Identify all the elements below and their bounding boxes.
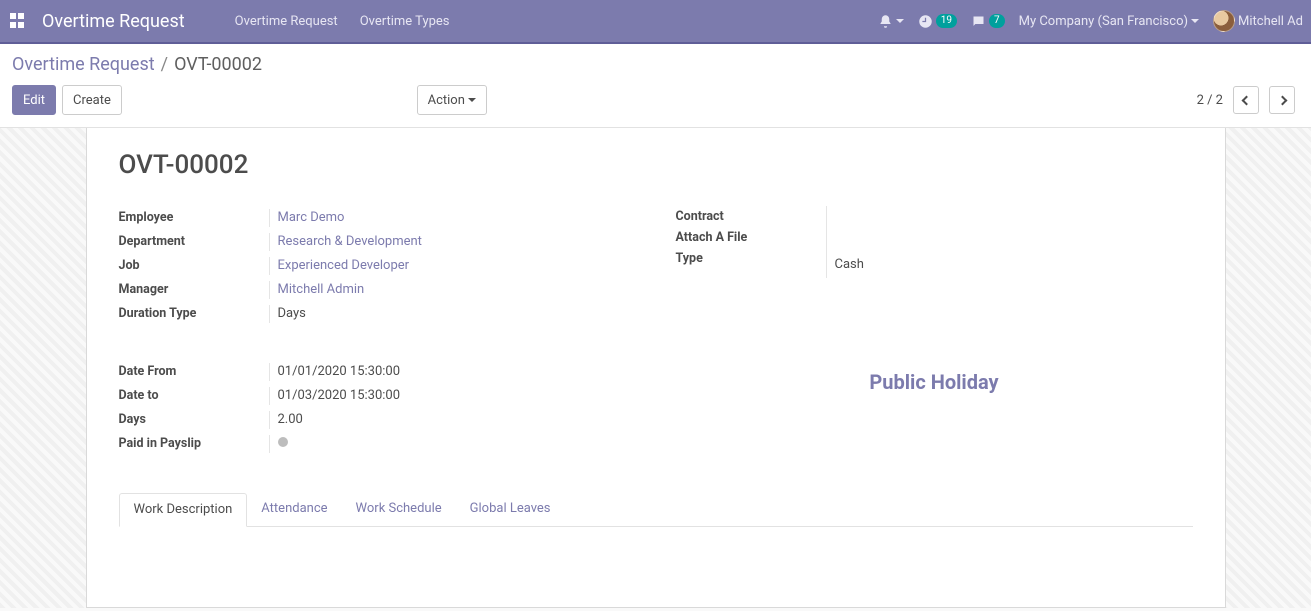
value-manager[interactable]: Mitchell Admin (269, 281, 636, 299)
label-job: Job (119, 257, 269, 273)
breadcrumb-sep: / (161, 54, 168, 75)
apps-icon[interactable] (10, 13, 26, 29)
chevron-down-icon (1191, 19, 1199, 23)
label-date-to: Date to (119, 387, 269, 403)
group-right-2: Public Holiday (676, 360, 1193, 456)
notifications-icon[interactable] (878, 14, 904, 29)
discuss-badge: 7 (989, 14, 1005, 28)
value-duration-type: Days (269, 305, 636, 323)
value-days: 2.00 (269, 411, 636, 429)
menu-overtime-request[interactable]: Overtime Request (235, 14, 338, 29)
value-department[interactable]: Research & Development (269, 233, 636, 251)
pager-next[interactable] (1269, 86, 1295, 114)
action-label: Action (428, 93, 465, 108)
chevron-right-icon (1277, 95, 1287, 105)
breadcrumb-current: OVT-00002 (174, 54, 262, 75)
action-dropdown[interactable]: Action (417, 85, 488, 115)
avatar (1213, 10, 1235, 32)
label-employee: Employee (119, 209, 269, 225)
pager-prev[interactable] (1233, 86, 1259, 114)
chevron-left-icon (1241, 95, 1251, 105)
public-holiday-heading: Public Holiday (676, 370, 1193, 394)
value-job[interactable]: Experienced Developer (269, 257, 636, 275)
systray: 19 7 My Company (San Francisco) Mitchell… (878, 10, 1303, 32)
value-contract (835, 209, 1193, 227)
notebook-tabs: Work Description Attendance Work Schedul… (119, 492, 1193, 527)
bell-icon (878, 14, 893, 29)
tab-work-description[interactable]: Work Description (119, 493, 248, 527)
label-attach-file: Attach A File (676, 230, 748, 245)
activity-timer[interactable]: 19 (918, 14, 957, 29)
label-department: Department (119, 233, 269, 249)
group-right-1: Contract Attach A File Type Cash (676, 206, 1193, 326)
boolean-toggle-off[interactable] (278, 437, 288, 447)
top-navbar: Overtime Request Overtime Request Overti… (0, 0, 1311, 42)
tab-attendance[interactable]: Attendance (247, 493, 341, 527)
clock-icon (918, 14, 933, 29)
value-date-to: 01/03/2020 15:30:00 (269, 387, 636, 405)
create-button[interactable]: Create (62, 85, 122, 115)
label-paid-in-payslip: Paid in Payslip (119, 435, 269, 451)
group-row-1: EmployeeMarc Demo DepartmentResearch & D… (119, 206, 1193, 326)
value-attach-file (835, 233, 1193, 251)
breadcrumb-root[interactable]: Overtime Request (12, 54, 155, 75)
value-paid-in-payslip (269, 435, 636, 453)
activity-badge: 19 (936, 14, 957, 28)
pager: 2 / 2 (1197, 86, 1295, 114)
user-name: Mitchell Ad (1238, 14, 1303, 29)
pager-text: 2 / 2 (1197, 93, 1223, 108)
value-date-from: 01/01/2020 15:30:00 (269, 363, 636, 381)
group-left-2: Date From01/01/2020 15:30:00 Date to01/0… (119, 360, 676, 456)
group-row-2: Date From01/01/2020 15:30:00 Date to01/0… (119, 360, 1193, 456)
control-panel: Overtime Request / OVT-00002 Edit Create… (0, 44, 1311, 128)
company-switcher[interactable]: My Company (San Francisco) (1019, 14, 1199, 29)
company-name: My Company (San Francisco) (1019, 14, 1188, 29)
label-contract: Contract (676, 209, 724, 224)
chevron-down-icon (896, 19, 904, 23)
label-days: Days (119, 411, 269, 427)
label-duration-type: Duration Type (119, 305, 269, 321)
tab-global-leaves[interactable]: Global Leaves (456, 493, 565, 527)
app-title[interactable]: Overtime Request (42, 11, 185, 32)
tab-work-schedule[interactable]: Work Schedule (342, 493, 456, 527)
label-type: Type (676, 251, 703, 266)
discuss-icon[interactable]: 7 (971, 14, 1005, 29)
label-date-from: Date From (119, 363, 269, 379)
user-menu[interactable]: Mitchell Ad (1213, 10, 1303, 32)
form-sheet: OVT-00002 EmployeeMarc Demo DepartmentRe… (86, 128, 1226, 608)
label-manager: Manager (119, 281, 269, 297)
form-view-bg: OVT-00002 EmployeeMarc Demo DepartmentRe… (0, 128, 1311, 608)
record-title: OVT-00002 (119, 150, 1193, 180)
chevron-down-icon (468, 98, 476, 102)
top-menu: Overtime Request Overtime Types (235, 14, 450, 29)
menu-overtime-types[interactable]: Overtime Types (360, 14, 450, 29)
chat-icon (971, 14, 986, 29)
value-type: Cash (835, 257, 1193, 275)
breadcrumb: Overtime Request / OVT-00002 (12, 54, 1295, 75)
group-left-1: EmployeeMarc Demo DepartmentResearch & D… (119, 206, 676, 326)
edit-button[interactable]: Edit (12, 85, 56, 115)
value-employee[interactable]: Marc Demo (269, 209, 636, 227)
